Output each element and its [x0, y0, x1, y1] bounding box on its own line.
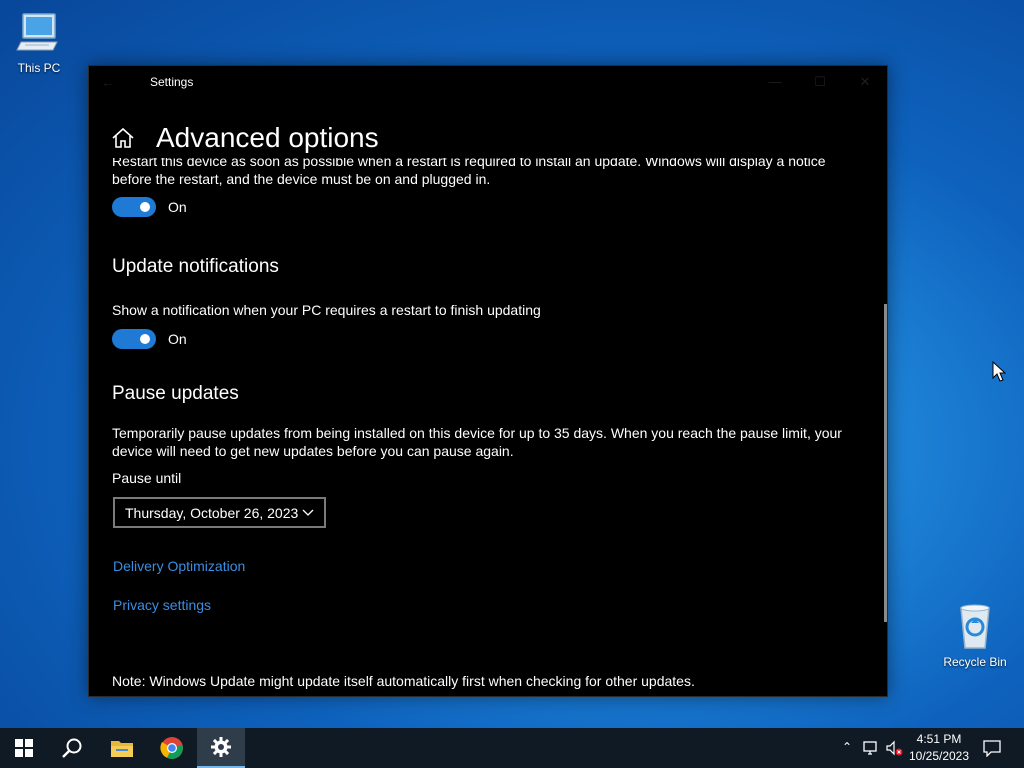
pause-until-dropdown[interactable]: Thursday, October 26, 2023 — [113, 497, 326, 528]
restart-notice-line-1: Restart this device as soon as possible … — [112, 158, 826, 169]
network-icon[interactable] — [862, 740, 880, 756]
scrollbar[interactable] — [884, 304, 887, 622]
pause-updates-heading: Pause updates — [112, 383, 239, 404]
notification-toggle[interactable] — [112, 329, 156, 349]
file-explorer-button[interactable] — [98, 728, 146, 768]
close-button[interactable]: ✕ — [845, 70, 885, 94]
maximize-button[interactable]: ☐ — [800, 70, 840, 94]
desktop-icon-recycle-bin[interactable]: Recycle Bin — [939, 602, 1011, 669]
volume-muted-icon[interactable] — [885, 740, 903, 756]
title-bar: ← Settings — ☐ ✕ — [89, 66, 887, 98]
notification-center-icon[interactable] — [982, 739, 1002, 757]
taskbar: ⌃ 4:51 PM 10/25/2023 — [0, 728, 1024, 768]
notification-toggle-row: On — [112, 328, 187, 350]
desktop-icon-label: Recycle Bin — [943, 655, 1007, 669]
restart-toggle-row: On — [112, 196, 187, 218]
settings-window: ← Settings — ☐ ✕ Advanced options Restar… — [88, 65, 888, 697]
start-icon — [15, 739, 33, 757]
desktop-icon-label: This PC — [17, 61, 61, 75]
chrome-icon — [160, 737, 183, 759]
pause-until-label: Pause until — [112, 470, 182, 486]
minimize-button[interactable]: — — [755, 70, 795, 94]
restart-toggle[interactable] — [112, 197, 156, 217]
chevron-down-icon — [302, 509, 314, 516]
toggle-knob — [140, 202, 150, 212]
pause-until-value: Thursday, October 26, 2023 — [125, 504, 299, 521]
pause-updates-description: Temporarily pause updates from being ins… — [112, 425, 842, 459]
page-title: Advanced options — [156, 122, 379, 153]
update-notifications-description: Show a notification when your PC require… — [112, 302, 541, 318]
update-notifications-heading: Update notifications — [112, 256, 279, 277]
clock-time: 4:51 PM — [916, 732, 962, 746]
settings-icon — [211, 737, 231, 757]
update-note: Note: Windows Update might update itself… — [112, 673, 695, 689]
mouse-cursor-icon — [992, 361, 1006, 382]
back-arrow-icon[interactable]: ← — [101, 72, 127, 92]
toggle-knob — [140, 334, 150, 344]
notification-toggle-state: On — [168, 331, 187, 347]
home-icon[interactable] — [111, 127, 135, 149]
taskbar-clock[interactable]: 4:51 PM 10/25/2023 — [906, 731, 972, 765]
start-button[interactable] — [0, 728, 48, 768]
recycle-bin-icon — [960, 604, 990, 649]
clock-date: 10/25/2023 — [908, 749, 970, 763]
restart-notice-text: Restart this device as soon as possible … — [112, 158, 832, 188]
settings-content[interactable]: Restart this device as soon as possible … — [112, 158, 852, 696]
restart-toggle-state: On — [168, 199, 187, 215]
this-pc-icon — [16, 13, 58, 51]
search-icon — [62, 738, 82, 758]
restart-notice-line-2: before the restart, and the device must … — [112, 171, 491, 187]
delivery-optimization-link[interactable]: Delivery Optimization — [113, 558, 245, 574]
show-hidden-icons-chevron-icon[interactable]: ⌃ — [838, 740, 856, 756]
file-explorer-icon — [111, 741, 133, 757]
chrome-button[interactable] — [148, 728, 196, 768]
search-button[interactable] — [48, 728, 96, 768]
settings-taskbar-button[interactable] — [197, 728, 245, 768]
desktop-icon-this-pc[interactable]: This PC — [3, 8, 75, 75]
privacy-settings-link[interactable]: Privacy settings — [113, 597, 211, 613]
window-title: Settings — [150, 75, 194, 89]
